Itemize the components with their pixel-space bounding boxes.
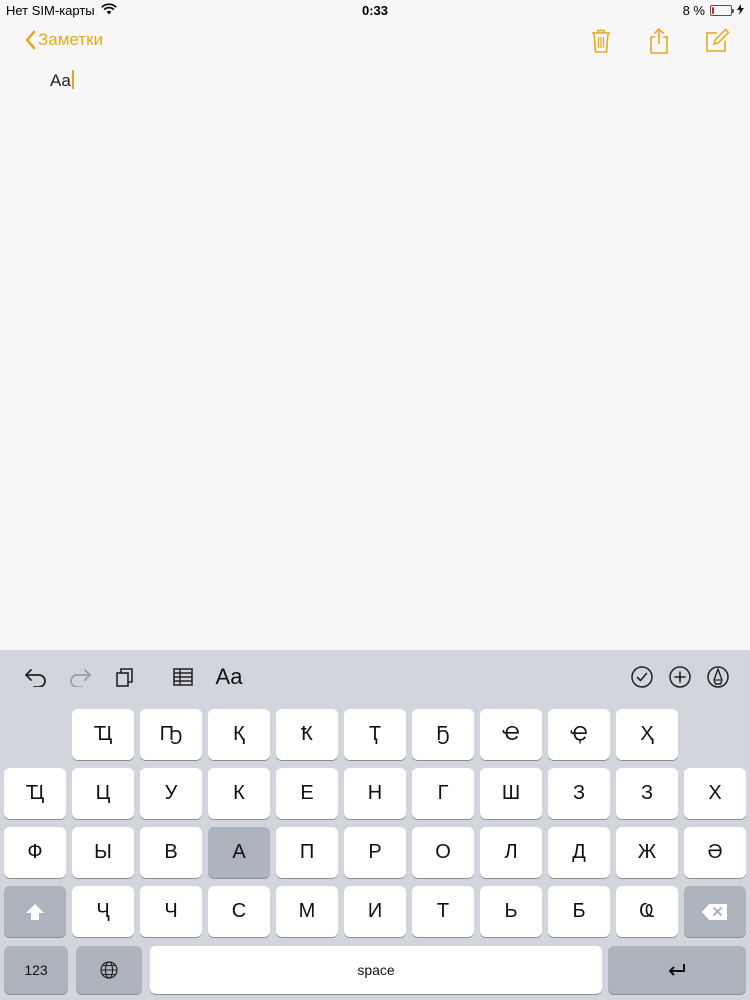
key[interactable]: Р [344, 827, 406, 878]
key[interactable]: Т [412, 886, 474, 937]
checklist-button[interactable] [628, 664, 656, 690]
key[interactable]: Ҽ [480, 709, 542, 760]
markup-pen-icon [707, 666, 729, 688]
note-text: Aa [50, 71, 71, 90]
backspace-key[interactable] [684, 886, 746, 937]
trash-icon [592, 29, 610, 53]
back-button[interactable]: Заметки [24, 30, 103, 50]
key[interactable]: Д [548, 827, 610, 878]
key[interactable]: Л [480, 827, 542, 878]
globe-icon [100, 961, 118, 979]
share-icon [650, 27, 668, 54]
compose-icon [706, 28, 730, 52]
key[interactable]: Х [684, 768, 746, 819]
shift-icon [26, 903, 44, 920]
key[interactable]: Ы [72, 827, 134, 878]
key[interactable]: Ҷ [72, 886, 134, 937]
nav-bar: Заметки [0, 22, 750, 66]
key[interactable]: Ҭ [344, 709, 406, 760]
space-key[interactable]: space [150, 946, 602, 994]
add-button[interactable] [666, 664, 694, 690]
key[interactable]: Ҩ [616, 886, 678, 937]
text-cursor [71, 70, 74, 89]
keyboard-toolbar: Aa [0, 650, 750, 704]
redo-button[interactable] [66, 664, 94, 690]
key[interactable]: Ә [684, 827, 746, 878]
markup-button[interactable] [704, 664, 732, 690]
table-button[interactable] [170, 664, 196, 690]
paste-button[interactable] [112, 664, 138, 690]
key[interactable]: И [344, 886, 406, 937]
key[interactable]: Ц [72, 768, 134, 819]
key[interactable]: Ҧ [140, 709, 202, 760]
key[interactable]: Ж [616, 827, 678, 878]
key[interactable]: Қ [208, 709, 270, 760]
globe-key[interactable] [76, 946, 142, 994]
plus-circle-icon [669, 666, 691, 688]
key[interactable]: З [616, 768, 678, 819]
key[interactable]: Б [548, 886, 610, 937]
key[interactable]: Ф [4, 827, 66, 878]
battery-icon [710, 5, 734, 16]
shift-key[interactable] [4, 886, 66, 937]
key[interactable]: Ь [480, 886, 542, 937]
key[interactable]: О [412, 827, 474, 878]
return-icon [669, 964, 685, 976]
trash-button[interactable] [586, 26, 616, 56]
undo-icon [25, 669, 46, 687]
key[interactable]: С [208, 886, 270, 937]
chevron-left-icon [25, 30, 36, 50]
note-editor[interactable]: Aa [50, 70, 74, 91]
key[interactable]: Г [412, 768, 474, 819]
key[interactable]: К [208, 768, 270, 819]
checklist-icon [631, 666, 653, 688]
key[interactable]: У [140, 768, 202, 819]
key-pressed[interactable]: А [208, 827, 270, 878]
key[interactable]: М [276, 886, 338, 937]
table-icon [173, 668, 193, 686]
back-label: Заметки [38, 30, 104, 49]
backspace-icon [702, 903, 727, 920]
battery-percent: 8 % [682, 3, 705, 18]
clock: 0:33 [361, 3, 389, 18]
status-bar: Нет SIM-карты 0:33 8 % [0, 0, 750, 22]
key[interactable]: Ш [480, 768, 542, 819]
numbers-key[interactable]: 123 [4, 946, 68, 994]
keyboard: Aa Ҵ Ҧ Қ Ҟ Ҭ Ҕ Ҽ Ҿ Ҳ Ҵ Ц У К Е Н Г Ш З З… [0, 650, 750, 1000]
key[interactable]: Ҟ [276, 709, 338, 760]
compose-button[interactable] [702, 26, 732, 56]
key[interactable]: Е [276, 768, 338, 819]
key[interactable]: Ҵ [4, 768, 66, 819]
return-key[interactable] [608, 946, 746, 994]
key[interactable]: Ҳ [616, 709, 678, 760]
paste-icon [116, 668, 133, 687]
key[interactable]: Ч [140, 886, 202, 937]
key[interactable]: П [276, 827, 338, 878]
redo-icon [70, 669, 91, 687]
format-button[interactable]: Aa [212, 664, 246, 690]
key[interactable]: Ҵ [72, 709, 134, 760]
key[interactable]: З [548, 768, 610, 819]
key[interactable]: В [140, 827, 202, 878]
battery-level [712, 7, 714, 14]
key[interactable]: Ҕ [412, 709, 474, 760]
key[interactable]: Н [344, 768, 406, 819]
undo-button[interactable] [22, 664, 50, 690]
share-button[interactable] [644, 26, 674, 56]
charging-icon [737, 3, 744, 18]
key[interactable]: Ҿ [548, 709, 610, 760]
